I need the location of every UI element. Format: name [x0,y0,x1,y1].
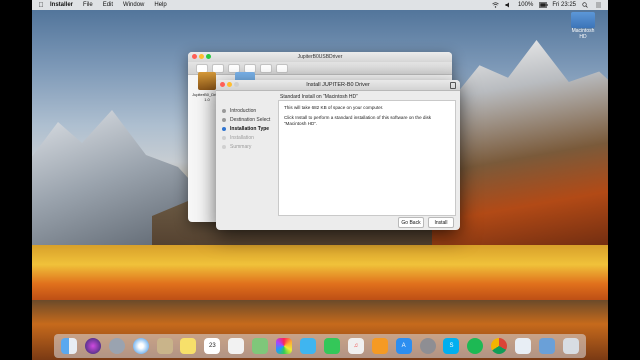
install-button[interactable]: Install [428,217,454,228]
install-info-pane: This will take 682 KB of space on your c… [278,100,456,216]
installer-title: Install JUPITER-B0 Driver [306,82,370,88]
downloads-icon[interactable] [539,338,556,354]
close-button[interactable] [192,54,197,59]
hard-drive-icon [571,12,595,28]
step-installation-type: Installation Type [222,124,276,133]
finder-titlebar[interactable]: JupiterB0USBDriver [188,52,452,62]
macintosh-hd-desktop-icon[interactable]: Macintosh HD [570,12,596,44]
install-instructions-text: Click Install to perform a standard inst… [284,115,432,126]
drive-label: Macintosh HD [571,28,595,40]
finder-icon[interactable] [60,338,77,354]
installer-zoom-button [234,82,239,87]
facetime-icon[interactable] [323,338,340,354]
siri-icon[interactable] [84,338,101,354]
launchpad-icon[interactable] [108,338,125,354]
appstore-icon[interactable]: A [395,338,412,354]
space-info-text: This will take 682 KB of space on your c… [284,105,384,110]
app-menu[interactable]: Installer [50,2,73,8]
safari-icon[interactable] [132,338,149,354]
notification-center-icon[interactable] [595,2,602,8]
notes-icon[interactable] [180,338,197,354]
step-introduction: Introduction [222,106,276,115]
spotify-icon[interactable] [467,338,484,354]
step-summary: Summary [222,142,276,151]
trash-icon[interactable] [562,338,579,354]
step-destination-select: Destination Select [222,115,276,124]
messages-icon[interactable] [300,338,317,354]
menu-help[interactable]: Help [154,2,166,8]
clock[interactable]: Fri 23:25 [552,2,576,8]
mail-icon[interactable] [156,338,173,354]
preview-icon[interactable] [515,338,532,354]
apple-menu-icon[interactable]:  [32,2,50,9]
desktop:  Installer File Edit Window Help 100% F… [32,0,608,360]
menu-window[interactable]: Window [123,2,144,8]
menu-edit[interactable]: Edit [103,2,113,8]
share-icon[interactable] [276,63,288,73]
volume-icon[interactable] [505,2,512,8]
installer-steps: Introduction Destination Select Installa… [222,106,276,151]
installer-window: Install JUPITER-B0 Driver Introduction D… [216,80,460,230]
ibooks-icon[interactable] [371,338,388,354]
arrange-icon[interactable] [260,63,272,73]
spotlight-search-icon[interactable] [582,2,589,8]
battery-percent[interactable]: 100% [518,2,533,8]
itunes-icon[interactable]: ♫ [347,338,364,354]
installer-titlebar[interactable]: Install JUPITER-B0 Driver [216,80,460,91]
preferences-icon[interactable] [419,338,436,354]
reminders-icon[interactable] [228,338,245,354]
chrome-icon[interactable] [491,338,508,354]
package-box-icon [198,72,216,90]
zoom-button[interactable] [206,54,211,59]
lock-icon[interactable] [450,82,456,89]
menu-bar:  Installer File Edit Window Help 100% F… [32,0,608,10]
installer-minimize-button[interactable] [227,82,232,87]
calendar-icon[interactable]: 23 [204,338,221,354]
go-back-button[interactable]: Go Back [398,217,424,228]
photos-icon[interactable] [276,338,293,354]
minimize-button[interactable] [199,54,204,59]
maps-icon[interactable] [252,338,269,354]
battery-icon[interactable] [539,2,548,8]
menu-file[interactable]: File [83,2,93,8]
installer-close-button[interactable] [220,82,225,87]
wifi-icon[interactable] [492,2,499,8]
finder-title: JupiterB0USBDriver [297,54,343,60]
step-installation: Installation [222,133,276,142]
dock: 23 ♫ A S [54,334,586,358]
skype-icon[interactable]: S [443,338,460,354]
finder-toolbar [188,62,452,75]
